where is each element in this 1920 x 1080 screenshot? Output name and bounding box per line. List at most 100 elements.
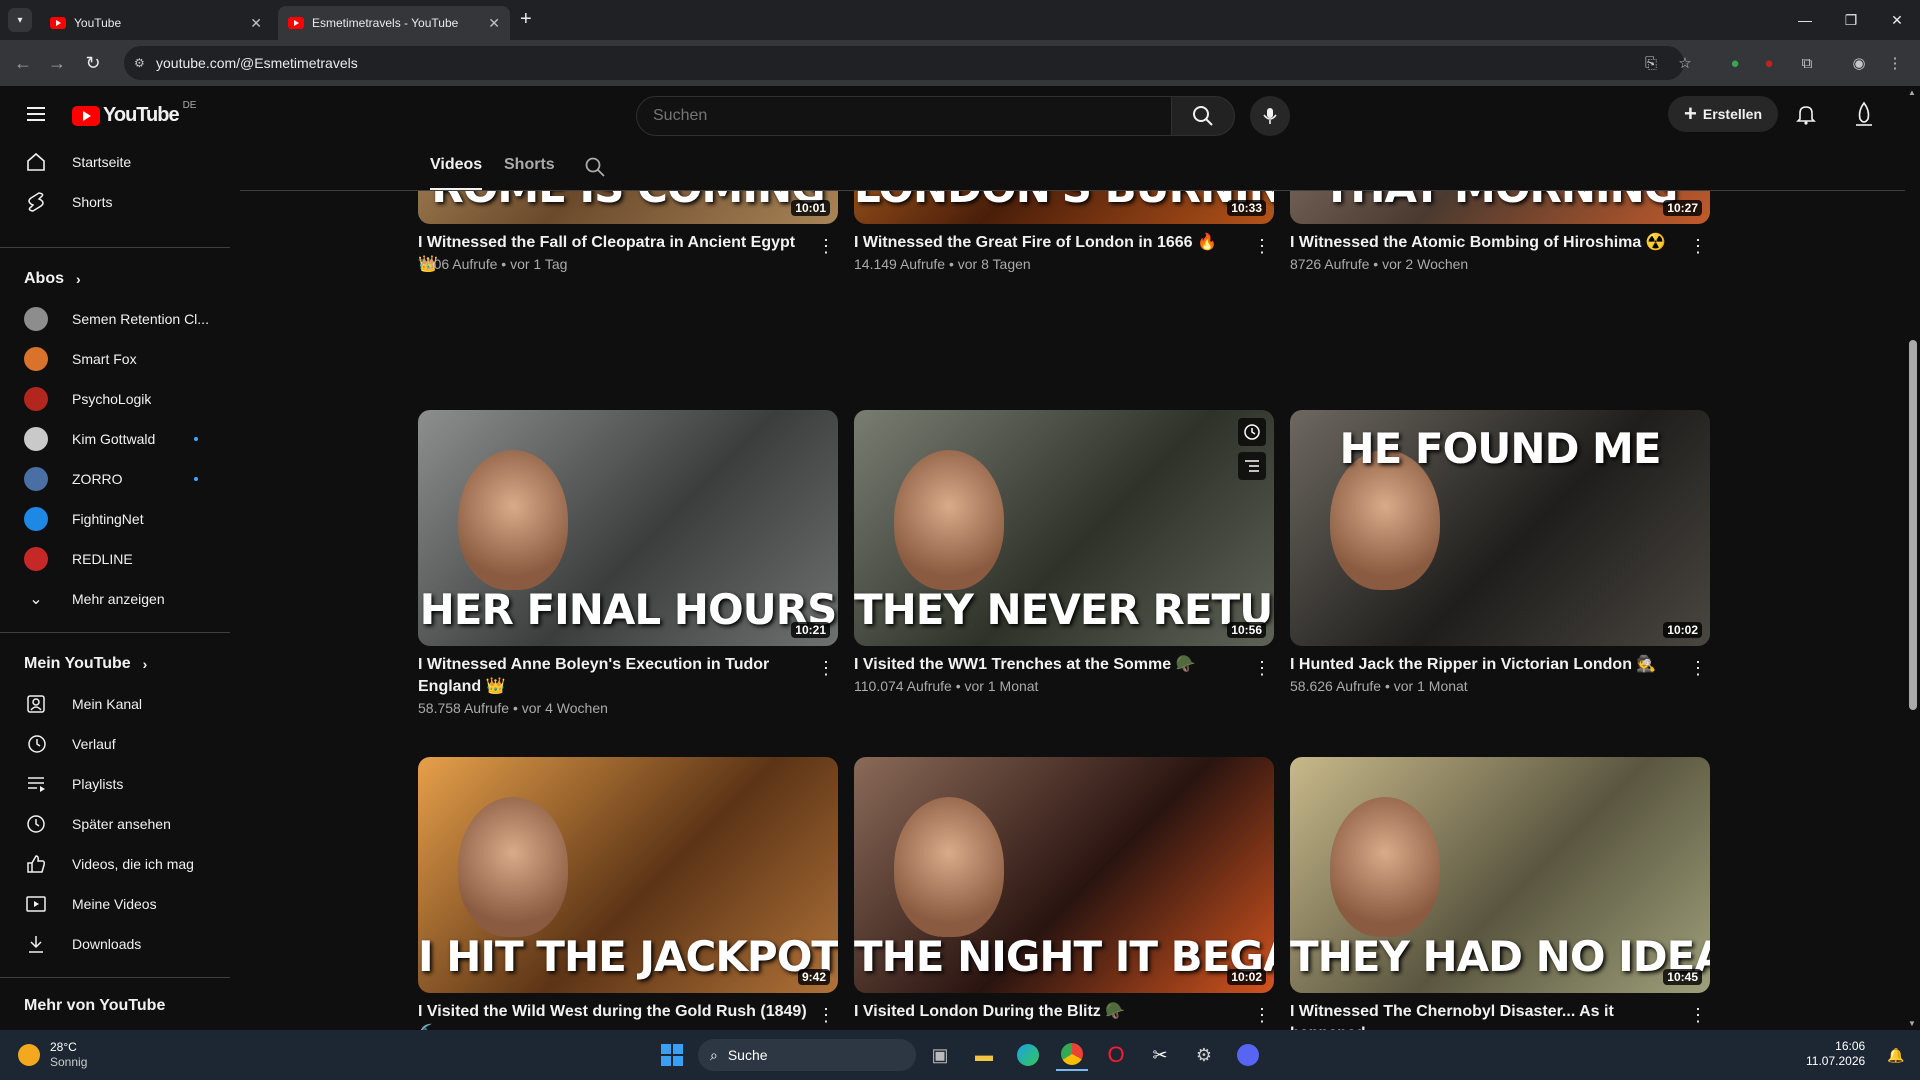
scroll-down-arrow-icon[interactable]: ▼ — [1908, 1019, 1916, 1028]
browser-tab-youtube[interactable]: YouTube ✕ — [40, 6, 272, 40]
video-card[interactable]: THEY NEVER RETURNED 10:56 I Visited the … — [854, 410, 1274, 694]
video-title[interactable]: I Witnessed The Chernobyl Disaster... As… — [1290, 1001, 1680, 1030]
video-title[interactable]: I Witnessed the Great Fire of London in … — [854, 232, 1244, 254]
video-title[interactable]: I Visited the Wild West during the Gold … — [418, 1001, 808, 1030]
site-info-icon[interactable]: ⚙ — [134, 56, 145, 70]
hamburger-menu-icon[interactable] — [24, 102, 48, 126]
video-thumbnail[interactable]: THAT MORNING 10:27 — [1290, 191, 1710, 224]
video-thumbnail[interactable]: THEY HAD NO IDEA 10:45 — [1290, 757, 1710, 993]
video-card[interactable]: I HIT THE JACKPOT 9:42 I Visited the Wil… — [418, 757, 838, 1030]
minimize-button[interactable]: — — [1782, 0, 1828, 40]
sidebar-item-playlists[interactable]: Playlists — [0, 764, 232, 804]
sidebar-item-shorts[interactable]: Shorts — [0, 182, 232, 222]
sidebar-subscription[interactable]: REDLINE — [0, 539, 232, 579]
restore-button[interactable]: ❐ — [1828, 0, 1874, 40]
video-title[interactable]: I Visited London During the Blitz 🪖 — [854, 1001, 1244, 1023]
video-card[interactable]: THAT MORNING 10:27 I Witnessed the Atomi… — [1290, 191, 1710, 272]
sidebar-subscription[interactable]: Kim Gottwald — [0, 419, 232, 459]
more-options-icon[interactable]: ⋮ — [1250, 1003, 1274, 1027]
extension-green-icon[interactable]: ● — [1724, 52, 1746, 74]
sidebar-item-downloads[interactable]: Downloads — [0, 924, 232, 964]
scrollbar-thumb[interactable] — [1909, 340, 1917, 710]
close-window-button[interactable]: ✕ — [1874, 0, 1920, 40]
subscriptions-heading[interactable]: Abos › — [24, 270, 81, 288]
sidebar-subscription[interactable]: Smart Fox — [0, 339, 232, 379]
taskbar-search-box[interactable]: ⌕ Suche — [698, 1039, 916, 1071]
sidebar-subscription[interactable]: ZORRO — [0, 459, 232, 499]
video-thumbnail[interactable]: HE FOUND ME 10:02 — [1290, 410, 1710, 646]
add-to-queue-icon[interactable] — [1238, 452, 1266, 480]
video-thumbnail[interactable]: I HIT THE JACKPOT 9:42 — [418, 757, 838, 993]
notifications-bell-icon[interactable] — [1794, 102, 1818, 126]
edge-browser-icon[interactable] — [1012, 1039, 1044, 1071]
weather-widget[interactable]: 28°C Sonnig — [18, 1040, 87, 1070]
extension-red-icon[interactable]: ● — [1758, 52, 1780, 74]
tab-videos[interactable]: Videos — [430, 156, 483, 190]
video-thumbnail[interactable]: LONDON'S BURNING 10:33 — [854, 191, 1274, 224]
account-avatar[interactable] — [1850, 100, 1878, 128]
voice-search-button[interactable] — [1250, 96, 1290, 136]
forward-button[interactable]: → — [44, 50, 70, 76]
steam-icon[interactable]: ⚙ — [1188, 1039, 1220, 1071]
sidebar-item-my-videos[interactable]: Meine Videos — [0, 884, 232, 924]
more-options-icon[interactable]: ⋮ — [814, 1003, 838, 1027]
discord-icon[interactable] — [1232, 1039, 1264, 1071]
chrome-browser-icon[interactable] — [1056, 1039, 1088, 1071]
video-title[interactable]: I Witnessed Anne Boleyn's Execution in T… — [418, 654, 808, 698]
search-input[interactable] — [653, 105, 1153, 127]
page-scrollbar[interactable]: ▲ ▼ — [1905, 86, 1920, 1030]
video-card[interactable]: THEY HAD NO IDEA 10:45 I Witnessed The C… — [1290, 757, 1710, 1030]
more-options-icon[interactable]: ⋮ — [1686, 234, 1710, 258]
new-tab-button[interactable]: + — [520, 8, 532, 31]
install-app-icon[interactable]: ⎘ — [1640, 52, 1662, 74]
video-thumbnail[interactable]: HER FINAL HOURS 10:21 — [418, 410, 838, 646]
video-thumbnail[interactable]: THE NIGHT IT BEGAN 10:02 — [854, 757, 1274, 993]
back-button[interactable]: ← — [10, 50, 36, 76]
video-thumbnail[interactable]: ROME IS COMING 10:01 — [418, 191, 838, 224]
scroll-up-arrow-icon[interactable]: ▲ — [1908, 88, 1916, 97]
create-button[interactable]: + Erstellen — [1668, 96, 1778, 132]
more-options-icon[interactable]: ⋮ — [814, 234, 838, 258]
more-options-icon[interactable]: ⋮ — [1250, 234, 1274, 258]
sidebar-subscription[interactable]: Semen Retention Cl... — [0, 299, 232, 339]
reload-button[interactable]: ↻ — [80, 50, 106, 76]
more-options-icon[interactable]: ⋮ — [1686, 656, 1710, 680]
notification-center-icon[interactable]: 🔔 — [1880, 1039, 1912, 1071]
youtube-logo[interactable]: YouTube DE — [72, 100, 196, 127]
video-card[interactable]: LONDON'S BURNING 10:33 I Witnessed the G… — [854, 191, 1274, 272]
tab-shorts[interactable]: Shorts — [504, 156, 555, 174]
close-tab-icon[interactable]: ✕ — [250, 15, 262, 32]
more-options-icon[interactable]: ⋮ — [1250, 656, 1274, 680]
sidebar-item-watch-later[interactable]: Später ansehen — [0, 804, 232, 844]
browser-menu-icon[interactable]: ⋮ — [1884, 52, 1906, 74]
bookmark-star-icon[interactable]: ☆ — [1674, 52, 1696, 74]
sidebar-item-history[interactable]: Verlauf — [0, 724, 232, 764]
more-options-icon[interactable]: ⋮ — [814, 656, 838, 680]
address-bar[interactable]: ⚙ youtube.com/@Esmetimetravels — [124, 46, 1684, 80]
tab-list-dropdown[interactable]: ▾ — [8, 8, 32, 32]
browser-tab-channel[interactable]: Esmetimetravels - YouTube ✕ — [278, 6, 510, 40]
search-button[interactable] — [1171, 96, 1235, 136]
windows-start-icon[interactable] — [656, 1039, 688, 1071]
close-tab-icon[interactable]: ✕ — [488, 15, 500, 32]
video-title[interactable]: I Hunted Jack the Ripper in Victorian Lo… — [1290, 654, 1680, 676]
video-card[interactable]: THE NIGHT IT BEGAN 10:02 I Visited Londo… — [854, 757, 1274, 1025]
video-card[interactable]: HER FINAL HOURS 10:21 I Witnessed Anne B… — [418, 410, 838, 716]
file-explorer-icon[interactable]: ▬ — [968, 1039, 1000, 1071]
video-card[interactable]: ROME IS COMING 10:01 I Witnessed the Fal… — [418, 191, 838, 273]
show-more-button[interactable]: ⌄ Mehr anzeigen — [0, 579, 232, 619]
sidebar-item-my-channel[interactable]: Mein Kanal — [0, 684, 232, 724]
extensions-puzzle-icon[interactable]: ⧉ — [1796, 52, 1818, 74]
system-clock[interactable]: 16:06 11.07.2026 — [1806, 1039, 1865, 1069]
video-title[interactable]: I Witnessed the Atomic Bombing of Hirosh… — [1290, 232, 1680, 254]
sidebar-item-home[interactable]: Startseite — [0, 142, 232, 182]
task-view-icon[interactable]: ▣ — [924, 1039, 956, 1071]
sidebar-item-liked-videos[interactable]: Videos, die ich mag — [0, 844, 232, 884]
my-youtube-heading[interactable]: Mein YouTube › — [24, 655, 147, 673]
watch-later-clock-icon[interactable] — [1238, 418, 1266, 446]
search-box[interactable] — [636, 96, 1172, 136]
video-thumbnail[interactable]: THEY NEVER RETURNED 10:56 — [854, 410, 1274, 646]
video-title[interactable]: I Visited the WW1 Trenches at the Somme … — [854, 654, 1244, 676]
capcut-icon[interactable]: ✂ — [1144, 1039, 1176, 1071]
video-card[interactable]: HE FOUND ME 10:02 I Hunted Jack the Ripp… — [1290, 410, 1710, 694]
